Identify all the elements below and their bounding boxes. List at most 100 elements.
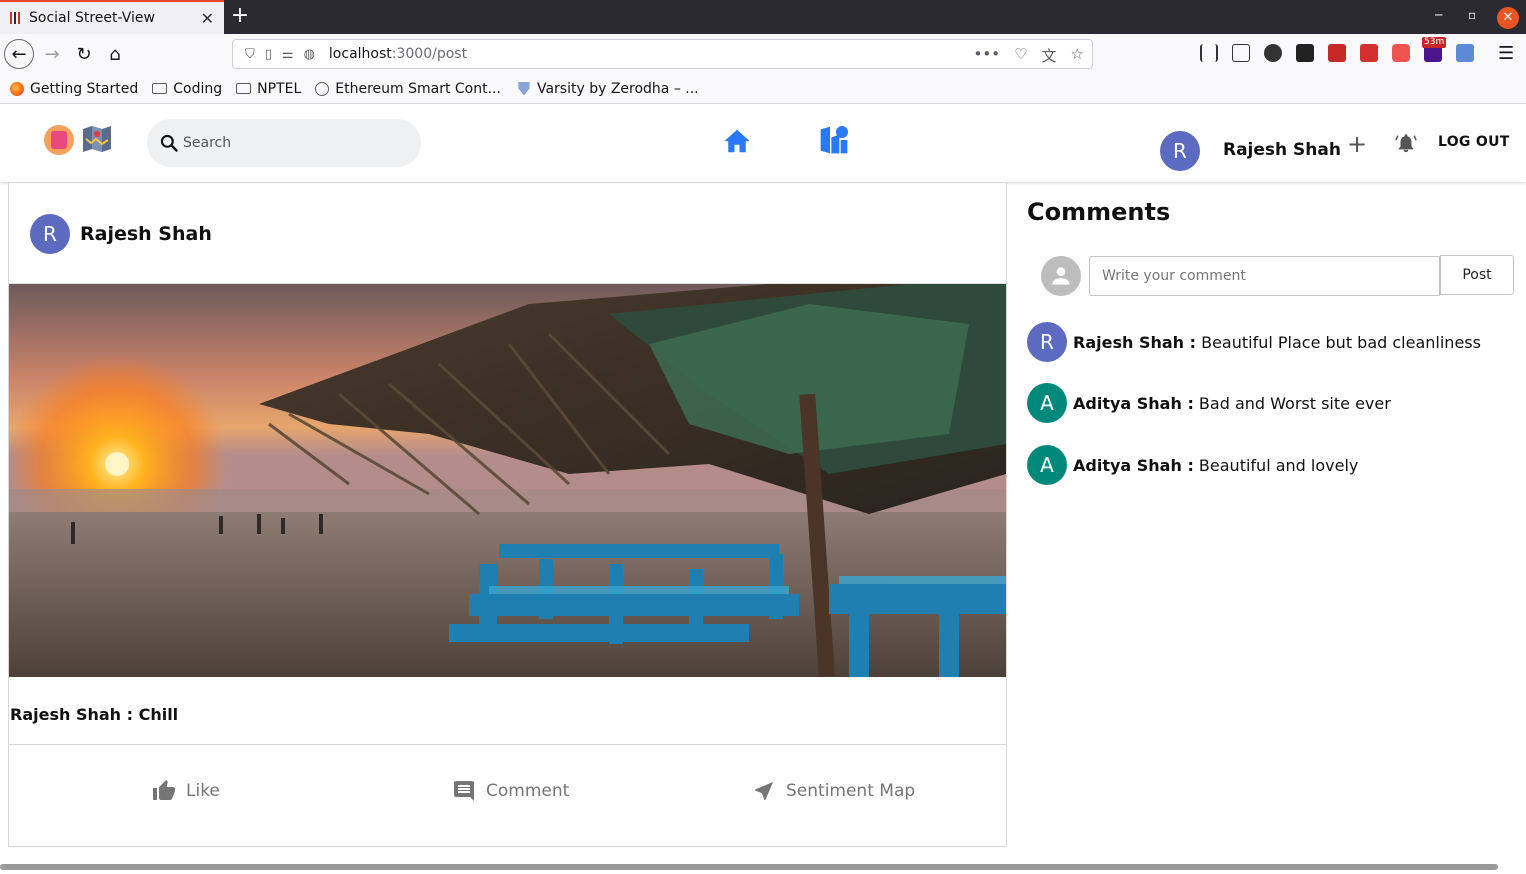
- like-button[interactable]: Like: [152, 779, 220, 803]
- bookmark-getting-started[interactable]: Getting Started: [10, 81, 138, 97]
- comment-avatar[interactable]: R: [1027, 322, 1067, 362]
- search-input[interactable]: [183, 135, 403, 151]
- comment-label: Comment: [486, 781, 570, 801]
- browser-tab[interactable]: Social Street-View ✕: [0, 0, 224, 34]
- forward-icon[interactable]: →: [38, 40, 66, 68]
- comment-body: Bad and Worst site ever: [1193, 393, 1391, 413]
- bookmark-label: Coding: [173, 80, 223, 97]
- reload-icon[interactable]: ↻: [70, 40, 98, 68]
- bookmark-star-icon[interactable]: ☆: [1071, 45, 1084, 66]
- bookmark-varsity[interactable]: Varsity by Zerodha – ...: [517, 81, 699, 97]
- comment-body: Beautiful and lovely: [1193, 455, 1359, 475]
- bookmark-label: Varsity by Zerodha – ...: [536, 80, 699, 97]
- browser-tab-bar: Social Street-View ✕ + ─ ▫ ✕: [0, 0, 1526, 34]
- app-header: R Rajesh Shah + LOG OUT: [0, 104, 1526, 182]
- bookmarks-bar: Getting Started Coding NPTEL Ethereum Sm…: [0, 74, 1526, 104]
- bookmark-label: Ethereum Smart Cont...: [335, 80, 501, 97]
- translate-icon[interactable]: 文: [1042, 45, 1057, 66]
- bookmark-ethereum[interactable]: Ethereum Smart Cont...: [315, 81, 501, 97]
- comments-title: Comments: [1027, 198, 1171, 226]
- person-icon: [1052, 267, 1070, 285]
- sidebar-icon[interactable]: [1232, 44, 1250, 62]
- post-caption: Rajesh Shah : Chill: [10, 705, 179, 724]
- tab-close-icon[interactable]: ✕: [201, 9, 214, 28]
- extension-pen-icon[interactable]: [1360, 44, 1378, 62]
- comment-avatar[interactable]: A: [1027, 445, 1067, 485]
- minimize-icon[interactable]: ─: [1435, 8, 1442, 22]
- horizontal-scrollbar[interactable]: [0, 864, 1498, 870]
- translate-extension-icon[interactable]: [1456, 44, 1474, 62]
- comment-form: Post: [1041, 255, 1517, 297]
- firefox-icon: [10, 81, 24, 96]
- post-photo: [9, 284, 1006, 677]
- new-tab-button[interactable]: +: [229, 4, 251, 30]
- post-actions: Like Comment Sentiment Map: [9, 744, 1006, 846]
- post-card: R Rajesh Shah Rajesh Shah: Chill Like C…: [8, 182, 1007, 847]
- folder-icon: [152, 83, 168, 94]
- pocket-icon[interactable]: ♡: [1014, 45, 1027, 66]
- bookmark-label: NPTEL: [257, 80, 302, 97]
- menu-icon[interactable]: ☰: [1498, 43, 1514, 64]
- url-path: :3000/post: [391, 46, 468, 62]
- window-close-icon[interactable]: ✕: [1497, 7, 1519, 29]
- post-comment-button[interactable]: Post: [1440, 255, 1514, 295]
- browser-nav-bar: ← → ↻ ⌂ ⛉ ▯ ⚌ ◍ localhost:3000/post ••• …: [0, 34, 1526, 74]
- search-icon: [160, 134, 178, 152]
- comment-body: Beautiful Place but bad cleanliness: [1196, 332, 1481, 352]
- comment-item: R Rajesh Shah : Beautiful Place but bad …: [1027, 322, 1517, 362]
- comment-item: A Aditya Shah : Bad and Worst site ever: [1027, 383, 1517, 423]
- user-name[interactable]: Rajesh Shah: [1223, 140, 1341, 160]
- tracking-shield-icon[interactable]: ⛉: [245, 47, 255, 62]
- comment-author: Aditya Shah :: [1073, 455, 1194, 475]
- logout-button[interactable]: LOG OUT: [1438, 134, 1510, 150]
- tab-title: Social Street-View: [29, 10, 155, 26]
- add-post-icon[interactable]: +: [1347, 130, 1367, 158]
- permissions-icon[interactable]: ⚌: [282, 47, 294, 62]
- back-icon[interactable]: ←: [4, 39, 34, 69]
- extension-grid-icon[interactable]: [1296, 44, 1314, 62]
- comment-button[interactable]: Comment: [452, 779, 569, 803]
- comment-text: Aditya Shah : Beautiful and lovely: [1073, 456, 1358, 475]
- post-author-avatar[interactable]: R: [30, 214, 70, 254]
- comment-text: Rajesh Shah : Beautiful Place but bad cl…: [1073, 333, 1481, 352]
- bookmark-nptel[interactable]: NPTEL: [236, 81, 301, 97]
- extension-red-icon[interactable]: [1328, 44, 1346, 62]
- library-icon[interactable]: [1200, 44, 1218, 62]
- page-actions-icon[interactable]: •••: [974, 45, 1001, 66]
- comment-text: Aditya Shah : Bad and Worst site ever: [1073, 394, 1391, 413]
- account-icon[interactable]: [1264, 44, 1282, 62]
- timer-extension-icon[interactable]: 53m: [1422, 37, 1447, 62]
- map-logo-icon[interactable]: [82, 125, 112, 153]
- post-header: R Rajesh Shah: [9, 183, 1006, 284]
- site-identity-icon[interactable]: ◍: [304, 47, 315, 62]
- screenshot-icon[interactable]: [1392, 44, 1410, 62]
- notification-bell-icon[interactable]: [1395, 132, 1417, 154]
- search-box[interactable]: [147, 119, 421, 167]
- comment-avatar[interactable]: A: [1027, 383, 1067, 423]
- url-bar[interactable]: ⛉ ▯ ⚌ ◍ localhost:3000/post ••• ♡ 文 ☆: [232, 39, 1093, 69]
- comment-icon: [454, 781, 474, 801]
- app-logo-icon[interactable]: [44, 125, 74, 155]
- maximize-icon[interactable]: ▫: [1468, 8, 1476, 22]
- folder-icon: [236, 83, 252, 94]
- comment-item: A Aditya Shah : Beautiful and lovely: [1027, 445, 1517, 485]
- thumbs-up-icon: [153, 780, 175, 800]
- comment-author: Aditya Shah :: [1073, 393, 1194, 413]
- bookmark-label: Getting Started: [30, 80, 139, 97]
- post-author-name[interactable]: Rajesh Shah: [80, 223, 212, 245]
- timer-badge: 53m: [1422, 37, 1447, 48]
- url-host: localhost: [328, 46, 392, 62]
- sentiment-map-button[interactable]: Sentiment Map: [752, 779, 915, 803]
- anonymous-avatar: [1041, 256, 1081, 296]
- home-icon[interactable]: [722, 126, 752, 156]
- user-avatar[interactable]: R: [1160, 131, 1200, 171]
- like-label: Like: [186, 781, 220, 801]
- varsity-shield-icon: [518, 81, 530, 96]
- page-info-icon[interactable]: ▯: [265, 47, 272, 62]
- feed-icon[interactable]: [818, 124, 850, 156]
- bookmark-coding[interactable]: Coding: [152, 81, 222, 97]
- comment-input[interactable]: [1089, 256, 1440, 296]
- comment-author: Rajesh Shah :: [1073, 332, 1197, 352]
- home-page-icon[interactable]: ⌂: [101, 40, 129, 68]
- site-favicon-icon: [10, 12, 20, 24]
